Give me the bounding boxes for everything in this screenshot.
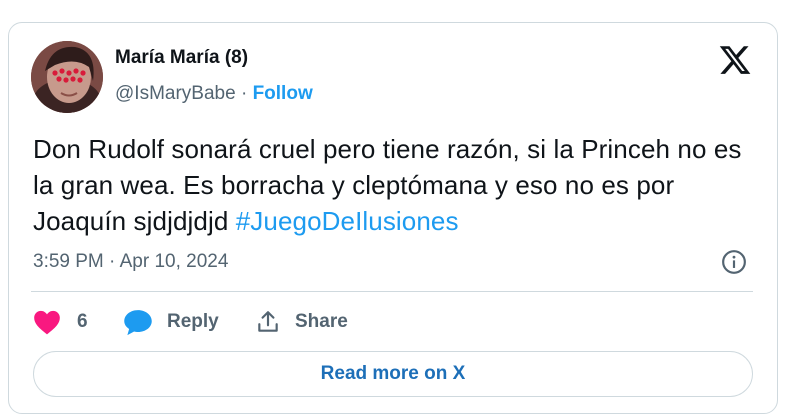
x-logo-icon[interactable] [717, 43, 753, 77]
tweet-timestamp[interactable]: 3:59 PM · Apr 10, 2024 [33, 251, 228, 273]
like-count: 6 [77, 311, 88, 332]
author-display-name[interactable]: María María (8) [115, 47, 248, 69]
info-icon[interactable] [721, 249, 747, 275]
read-more-label: Read more on X [320, 363, 466, 384]
read-more-button[interactable]: Read more on X [33, 351, 753, 397]
tweet-card: María María (8) @IsMaryBabe · Follow Don… [8, 22, 778, 414]
divider [31, 291, 753, 292]
tweet-text: Don Rudolf sonará cruel pero tiene razón… [33, 131, 763, 239]
like-button[interactable]: 6 [33, 307, 88, 337]
author-avatar[interactable] [31, 41, 103, 113]
handle-separator: · [240, 83, 248, 104]
follow-button[interactable]: Follow [253, 83, 313, 104]
reply-label: Reply [167, 311, 219, 332]
share-icon [258, 311, 278, 332]
hashtag-link[interactable]: #JuegoDeIlusiones [236, 206, 459, 236]
reply-button[interactable]: Reply [123, 307, 219, 337]
share-label: Share [295, 311, 348, 332]
author-handle-row: @IsMaryBabe · Follow [115, 83, 313, 105]
share-button[interactable]: Share [255, 307, 348, 337]
author-handle[interactable]: @IsMaryBabe [115, 83, 236, 104]
profile-photo-icon [31, 41, 103, 113]
heart-icon [34, 310, 60, 335]
reply-bubble-icon [124, 310, 152, 336]
